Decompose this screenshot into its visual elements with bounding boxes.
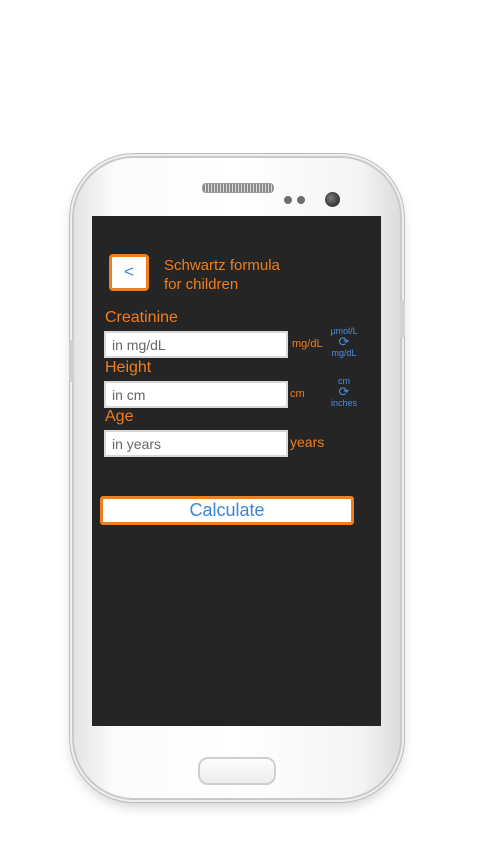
height-unit-toggle[interactable]: cm ⟳ inches (328, 376, 360, 408)
earpiece-speaker (202, 183, 274, 193)
height-label: Height (105, 359, 152, 376)
front-camera (325, 192, 340, 207)
age-input[interactable] (104, 430, 288, 457)
calculate-button[interactable]: Calculate (100, 496, 354, 525)
creatinine-label: Creatinine (105, 309, 178, 326)
home-button[interactable] (198, 757, 276, 785)
sensor-dot (297, 196, 305, 204)
title-line-1: Schwartz formula (164, 257, 280, 274)
height-input[interactable] (104, 381, 288, 408)
refresh-icon: ⟳ (338, 384, 350, 399)
creatinine-unit-toggle[interactable]: µmol/L ⟳ mg/dL (326, 326, 362, 358)
toggle-unit-bottom: mg/dL (331, 348, 357, 358)
height-unit: cm (290, 388, 305, 400)
creatinine-unit: mg/dL (292, 338, 323, 350)
power-button (400, 300, 405, 338)
toggle-unit-bottom: inches (330, 398, 357, 408)
volume-button (69, 340, 74, 382)
refresh-icon: ⟳ (338, 334, 350, 349)
age-label: Age (105, 408, 134, 425)
app-screen: < Schwartz formula for children Creatini… (92, 216, 381, 726)
sensor-dot (284, 196, 292, 204)
page-title: Schwartz formula for children (164, 256, 280, 294)
creatinine-input[interactable] (104, 331, 288, 358)
age-unit: years (290, 434, 325, 450)
chevron-left-icon: < (124, 262, 134, 281)
back-button[interactable]: < (109, 254, 149, 291)
title-line-2: for children (164, 276, 239, 293)
